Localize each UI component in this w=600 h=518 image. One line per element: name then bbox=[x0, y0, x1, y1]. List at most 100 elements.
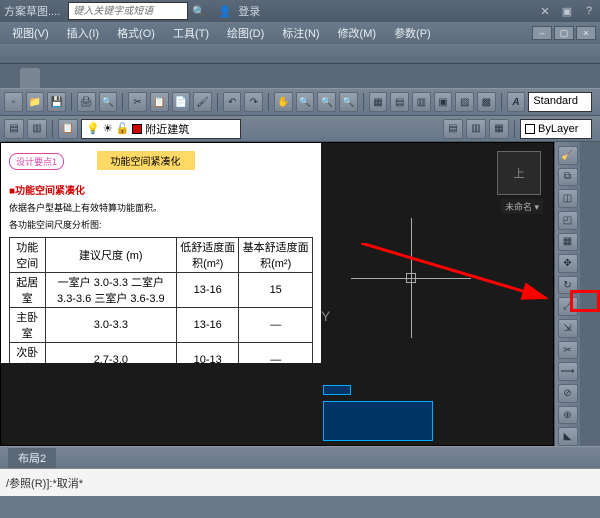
undo-button[interactable]: ↶ bbox=[223, 92, 242, 112]
text-style-combo[interactable]: Standard bbox=[528, 92, 592, 112]
exchange-icon[interactable]: ✕ bbox=[538, 4, 552, 18]
help-search[interactable] bbox=[68, 2, 188, 20]
mirror-button[interactable]: ◫ bbox=[558, 189, 578, 208]
copy-obj-button[interactable]: ⧉ bbox=[558, 168, 578, 187]
color-swatch bbox=[525, 124, 535, 134]
modify-toolbar: 🧹 ⧉ ◫ ◰ ▦ ✥ ↻ ⤢ ⇲ ✂ ⟶ ⊘ ⊕ ◣ bbox=[554, 142, 580, 446]
color-combo[interactable]: ByLayer bbox=[520, 119, 592, 139]
trim-button[interactable]: ✂ bbox=[558, 341, 578, 360]
viewcube[interactable]: 上 bbox=[497, 151, 541, 195]
annotation-arrow bbox=[361, 243, 554, 323]
move-button[interactable]: ✥ bbox=[558, 254, 578, 273]
copy-button[interactable]: 📋 bbox=[150, 92, 169, 112]
cloud-icon[interactable]: ▣ bbox=[560, 4, 574, 18]
command-prompt: /参照(R)]: bbox=[6, 475, 52, 491]
textstyle-icon[interactable]: A bbox=[507, 92, 526, 112]
close-button[interactable]: × bbox=[576, 26, 596, 40]
preview-button[interactable]: 🔍 bbox=[99, 92, 118, 112]
layer-name: 附近建筑 bbox=[145, 121, 189, 137]
layout-tab-2[interactable]: 布局2 bbox=[8, 448, 56, 468]
ole-document[interactable]: 设计要点1 功能空间紧凑化 ■功能空间紧凑化 依据各户型基础上有效特算功能面积。… bbox=[1, 143, 321, 363]
offset-button[interactable]: ◰ bbox=[558, 211, 578, 230]
menu-modify[interactable]: 修改(M) bbox=[330, 23, 385, 43]
cut-button[interactable]: ✂ bbox=[128, 92, 147, 112]
layer-iso-button[interactable]: ▤ bbox=[443, 119, 463, 139]
layer-prev-button[interactable]: ▥ bbox=[466, 119, 486, 139]
titlebar: 方案草图.... 🔍 👤 登录 ✕ ▣ ? bbox=[0, 0, 600, 22]
layout-tabs: 布局2 bbox=[0, 446, 600, 468]
user-icon: 👤 bbox=[218, 4, 232, 18]
markup-button[interactable]: ▨ bbox=[455, 92, 474, 112]
minimize-button[interactable]: – bbox=[532, 26, 552, 40]
redo-button[interactable]: ↷ bbox=[244, 92, 263, 112]
dc-button[interactable]: ▤ bbox=[390, 92, 409, 112]
pan-button[interactable]: ✋ bbox=[274, 92, 293, 112]
document-tabs bbox=[0, 64, 600, 88]
doc-badge: 设计要点1 bbox=[9, 153, 64, 170]
restore-button[interactable]: ▢ bbox=[554, 26, 574, 40]
menu-view[interactable]: 视图(V) bbox=[4, 23, 57, 43]
zoom-button[interactable]: 🔍 bbox=[296, 92, 315, 112]
save-button[interactable]: 💾 bbox=[47, 92, 66, 112]
stretch-button[interactable]: ⇲ bbox=[558, 319, 578, 338]
help-icon[interactable]: ? bbox=[582, 4, 596, 18]
menu-parametric[interactable]: 参数(P) bbox=[386, 23, 439, 43]
drawing-object-2[interactable] bbox=[323, 385, 351, 395]
doc-title: 功能空间紧凑化 bbox=[97, 151, 195, 170]
ucs-y-label: Y bbox=[321, 308, 330, 324]
search-input[interactable] bbox=[69, 3, 187, 19]
lightbulb-icon: 💡 bbox=[86, 122, 100, 135]
menu-tools[interactable]: 工具(T) bbox=[165, 23, 217, 43]
app-title: 方案草图.... bbox=[4, 3, 60, 19]
open-button[interactable]: 📁 bbox=[26, 92, 45, 112]
layer-color-swatch bbox=[132, 124, 142, 134]
array-button[interactable]: ▦ bbox=[558, 233, 578, 252]
login-link[interactable]: 登录 bbox=[238, 3, 260, 19]
sun-icon: ☀ bbox=[103, 122, 113, 135]
menu-format[interactable]: 格式(O) bbox=[109, 23, 163, 43]
empty-toolbar bbox=[0, 44, 600, 64]
tp-button[interactable]: ▥ bbox=[412, 92, 431, 112]
properties-button[interactable]: ▦ bbox=[369, 92, 388, 112]
doc-line2: 各功能空间尺度分析图: bbox=[9, 218, 313, 231]
ssm-button[interactable]: ▣ bbox=[434, 92, 453, 112]
canvas-area: 设计要点1 功能空间紧凑化 ■功能空间紧凑化 依据各户型基础上有效特算功能面积。… bbox=[0, 142, 600, 446]
doc-tab[interactable] bbox=[20, 68, 40, 88]
layer-combo[interactable]: 💡 ☀ 🔓 附近建筑 bbox=[81, 119, 241, 139]
erase-button[interactable]: 🧹 bbox=[558, 146, 578, 165]
layer-props-icon[interactable]: 📋 bbox=[58, 119, 78, 139]
command-value: *取消* bbox=[52, 475, 83, 491]
zoom-prev-button[interactable]: 🔍 bbox=[317, 92, 336, 112]
layer-toolbar: ▤ ▥ 📋 💡 ☀ 🔓 附近建筑 ▤ ▥ ▦ ByLayer bbox=[0, 116, 600, 142]
standard-toolbar: ▫ 📁 💾 🖨 🔍 ✂ 📋 📄 🖌 ↶ ↷ ✋ 🔍 🔍 🔍 ▦ ▤ ▥ ▣ ▨ … bbox=[0, 88, 600, 116]
join-button[interactable]: ⊕ bbox=[558, 406, 578, 425]
menu-draw[interactable]: 绘图(D) bbox=[219, 23, 272, 43]
drawing-object-1[interactable] bbox=[323, 401, 433, 441]
doc-subtitle: ■功能空间紧凑化 bbox=[9, 182, 313, 197]
extend-button[interactable]: ⟶ bbox=[558, 362, 578, 381]
chamfer-button[interactable]: ◣ bbox=[558, 427, 578, 446]
layer-walk-button[interactable]: ▦ bbox=[489, 119, 509, 139]
lock-icon: 🔓 bbox=[116, 122, 130, 135]
paste-button[interactable]: 📄 bbox=[172, 92, 191, 112]
new-button[interactable]: ▫ bbox=[4, 92, 23, 112]
search-icon[interactable]: 🔍 bbox=[192, 4, 206, 18]
model-space[interactable]: 设计要点1 功能空间紧凑化 ■功能空间紧凑化 依据各户型基础上有效特算功能面积。… bbox=[0, 142, 554, 446]
match-button[interactable]: 🖌 bbox=[193, 92, 212, 112]
doc-table: 功能空间建议尺度 (m)低舒适度面积(m²)基本舒适度面积(m²) 起居室一室户… bbox=[9, 237, 313, 363]
layer-states-button[interactable]: ▥ bbox=[27, 119, 47, 139]
layer-prop-button[interactable]: ▤ bbox=[4, 119, 24, 139]
viewcube-ucs-label[interactable]: 未命名 ▾ bbox=[501, 199, 543, 214]
pickbox bbox=[406, 273, 416, 283]
menu-dimension[interactable]: 标注(N) bbox=[274, 23, 327, 43]
doc-line1: 依据各户型基础上有效特算功能面积。 bbox=[9, 201, 313, 214]
menu-insert[interactable]: 插入(I) bbox=[59, 23, 107, 43]
command-line[interactable]: /参照(R)]: *取消* bbox=[0, 468, 600, 496]
scrollbar-v[interactable] bbox=[580, 142, 600, 446]
scale-button[interactable]: ⤢ bbox=[558, 297, 578, 316]
plot-button[interactable]: 🖨 bbox=[77, 92, 96, 112]
zoom-ext-button[interactable]: 🔍 bbox=[339, 92, 358, 112]
rotate-button[interactable]: ↻ bbox=[558, 276, 578, 295]
qcalc-button[interactable]: ▩ bbox=[477, 92, 496, 112]
break-button[interactable]: ⊘ bbox=[558, 384, 578, 403]
